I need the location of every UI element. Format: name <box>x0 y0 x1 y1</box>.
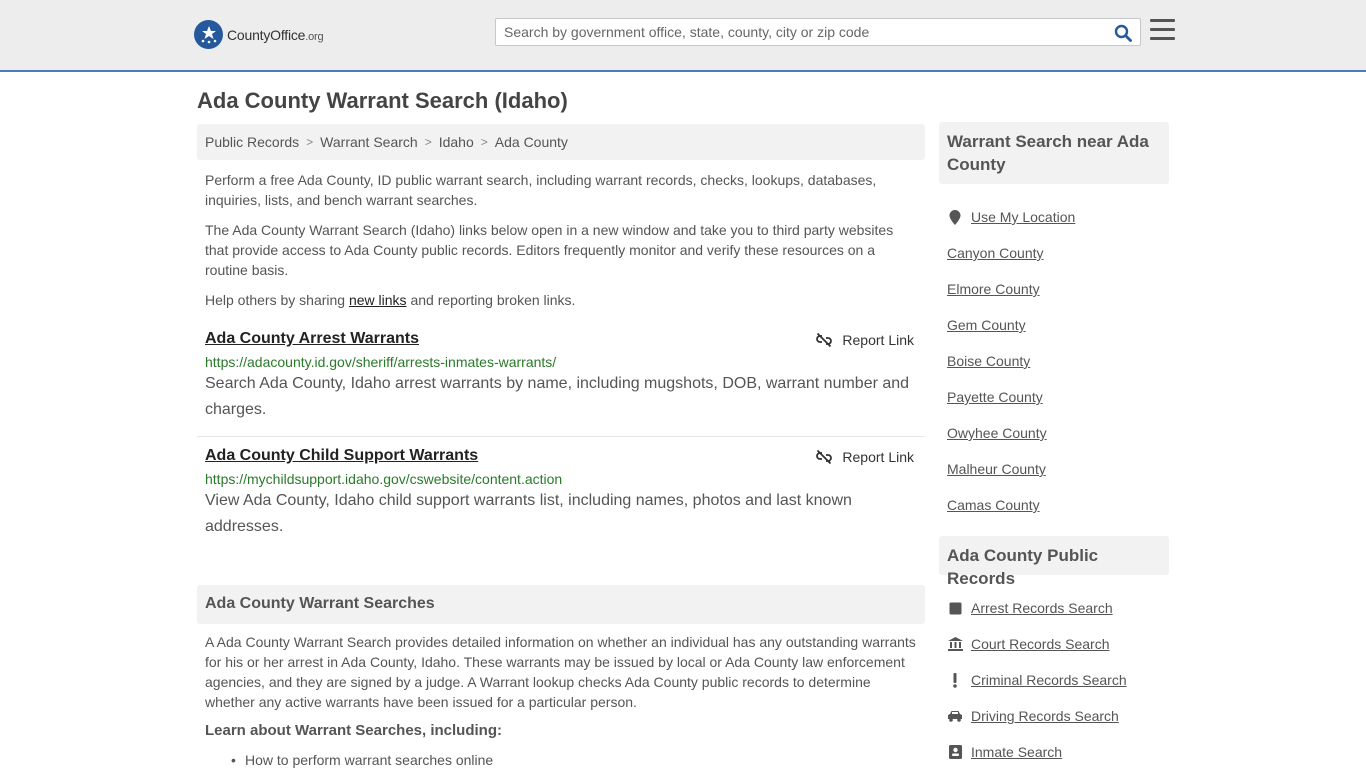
sidebar-item-label[interactable]: Inmate Search <box>971 744 1062 760</box>
breadcrumb-item-idaho[interactable]: Idaho <box>439 134 474 150</box>
sidebar-item-label[interactable]: Elmore County <box>947 281 1040 297</box>
breadcrumb-separator-icon: > <box>306 135 314 149</box>
section-heading: Ada County Warrant Searches <box>197 585 925 624</box>
sidebar-heading-nearby: Warrant Search near Ada County <box>939 122 1169 184</box>
sidebar-item-label[interactable]: Court Records Search <box>971 636 1110 652</box>
sidebar-item-label[interactable]: Malheur County <box>947 461 1046 477</box>
report-link-label: Report Link <box>842 332 914 348</box>
sidebar-item-county[interactable]: Gem County <box>947 307 1169 343</box>
section-body-text: A Ada County Warrant Search provides det… <box>205 634 916 710</box>
sidebar-item-label[interactable]: Criminal Records Search <box>971 672 1127 688</box>
sidebar-item-label[interactable]: Gem County <box>947 317 1026 333</box>
logo-text-tld: .org <box>305 30 324 43</box>
sidebar-item-use-my-location[interactable]: Use My Location <box>947 199 1169 235</box>
sidebar-item-county[interactable]: Boise County <box>947 343 1169 379</box>
search-input[interactable] <box>496 19 1108 45</box>
site-logo[interactable]: CountyOffice.org <box>194 20 324 49</box>
breadcrumb-item-warrant-search[interactable]: Warrant Search <box>320 134 418 150</box>
sidebar-heading-public-records: Ada County Public Records <box>939 536 1169 588</box>
resource-title-link[interactable]: Ada County Arrest Warrants <box>205 330 419 348</box>
resource-title-link[interactable]: Ada County Child Support Warrants <box>205 447 478 465</box>
sidebar-item-label[interactable]: Camas County <box>947 497 1040 513</box>
learn-heading: Learn about Warrant Searches, including: <box>205 722 502 739</box>
sidebar-item-county[interactable]: Camas County <box>947 487 1169 523</box>
resource-item: Ada County Arrest Warrants Report Link h… <box>205 330 917 423</box>
breadcrumb-separator-icon: > <box>480 135 488 149</box>
square-icon <box>947 600 963 616</box>
intro-paragraph-3: Help others by sharing new links and rep… <box>205 292 576 308</box>
logo-badge-icon <box>194 20 223 49</box>
hamburger-menu-icon[interactable] <box>1150 19 1175 41</box>
sidebar-item-county[interactable]: Malheur County <box>947 451 1169 487</box>
sidebar-item-label[interactable]: Canyon County <box>947 245 1044 261</box>
logo-text-main: CountyOffice <box>227 26 306 43</box>
sidebar-item-county[interactable]: Canyon County <box>947 235 1169 271</box>
resource-url: https://mychildsupport.idaho.gov/cswebsi… <box>205 471 563 487</box>
sidebar-item-court-records[interactable]: Court Records Search <box>947 626 1169 662</box>
sidebar-item-county[interactable]: Payette County <box>947 379 1169 415</box>
courthouse-icon <box>947 636 963 652</box>
resource-description: View Ada County, Idaho child support war… <box>205 492 852 535</box>
report-link-label: Report Link <box>842 449 914 465</box>
sidebar-item-inmate-search[interactable]: Inmate Search <box>947 734 1169 770</box>
id-card-icon <box>947 744 963 760</box>
sidebar-item-label[interactable]: Boise County <box>947 353 1030 369</box>
sidebar-item-label[interactable]: Arrest Records Search <box>971 600 1113 616</box>
report-link-button[interactable]: Report Link <box>816 449 914 465</box>
search-icon <box>1114 24 1132 42</box>
search-button[interactable] <box>1112 22 1134 44</box>
resource-description: Search Ada County, Idaho arrest warrants… <box>205 375 910 418</box>
location-pin-icon <box>947 209 963 225</box>
sidebar-item-county[interactable]: Owyhee County <box>947 415 1169 451</box>
top-header: CountyOffice.org <box>0 0 1366 72</box>
breadcrumb-item-public-records[interactable]: Public Records <box>205 134 299 150</box>
intro-text: Perform a free Ada County, ID public war… <box>205 170 917 320</box>
sidebar-item-criminal-records[interactable]: Criminal Records Search <box>947 662 1169 698</box>
broken-link-icon <box>816 332 833 348</box>
list-item: How to perform warrant searches online <box>231 752 493 768</box>
sidebar-item-label[interactable]: Driving Records Search <box>971 708 1119 724</box>
car-icon <box>947 708 963 724</box>
breadcrumb-separator-icon: > <box>424 135 432 149</box>
sidebar-nearby-list: Use My Location Canyon County Elmore Cou… <box>947 199 1169 523</box>
search-box <box>495 18 1141 46</box>
sidebar-item-arrest-records[interactable]: Arrest Records Search <box>947 590 1169 626</box>
sidebar-item-label[interactable]: Use My Location <box>971 209 1075 225</box>
resource-item: Ada County Child Support Warrants Report… <box>205 447 917 540</box>
sidebar-item-label[interactable]: Payette County <box>947 389 1043 405</box>
exclamation-icon <box>947 672 963 688</box>
page-title: Ada County Warrant Search (Idaho) <box>197 88 568 113</box>
new-links-link[interactable]: new links <box>349 292 407 308</box>
broken-link-icon <box>816 449 833 465</box>
sidebar-item-county[interactable]: Elmore County <box>947 271 1169 307</box>
resource-url: https://adacounty.id.gov/sheriff/arrests… <box>205 354 557 370</box>
breadcrumb-item-ada-county[interactable]: Ada County <box>495 134 568 150</box>
intro-paragraph-2: The Ada County Warrant Search (Idaho) li… <box>205 222 894 278</box>
breadcrumb: Public Records > Warrant Search > Idaho … <box>197 124 925 160</box>
sidebar-records-list: Arrest Records Search Court Records Sear… <box>947 590 1169 770</box>
report-link-button[interactable]: Report Link <box>816 332 914 348</box>
intro-paragraph-1: Perform a free Ada County, ID public war… <box>205 172 877 208</box>
sidebar-item-label[interactable]: Owyhee County <box>947 425 1047 441</box>
divider <box>197 436 925 437</box>
sidebar-item-driving-records[interactable]: Driving Records Search <box>947 698 1169 734</box>
